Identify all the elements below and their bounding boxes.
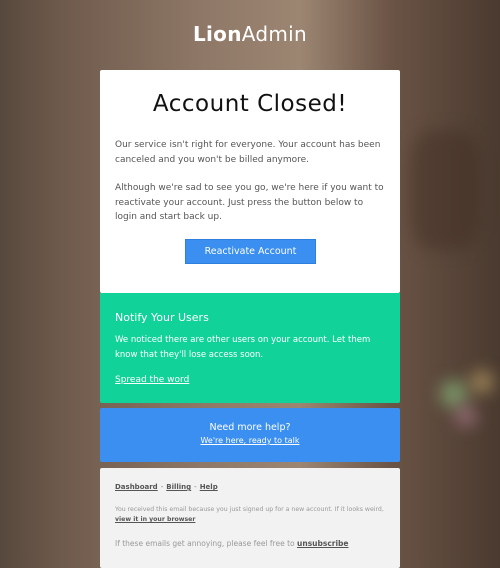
notify-users-panel: Notify Your Users We noticed there are o…: [100, 293, 400, 403]
account-closed-card: Account Closed! Our service isn't right …: [100, 70, 400, 293]
footer-link-dashboard[interactable]: Dashboard: [115, 483, 158, 491]
footer-separator: -: [160, 483, 164, 491]
brand-logo: LionAdmin: [0, 22, 500, 46]
brand-logo-bold: Lion: [192, 22, 242, 46]
brand-logo-regular: Admin: [241, 22, 308, 46]
help-heading: Need more help?: [209, 422, 291, 433]
contact-support-link[interactable]: We're here, ready to talk: [100, 436, 400, 445]
background-bokeh: [455, 405, 477, 427]
view-in-browser-link[interactable]: view it in your browser: [115, 516, 195, 523]
reactivate-message: Although we're sad to see you go, we're …: [115, 183, 384, 222]
footer-links: Dashboard - Billing - Help: [115, 483, 385, 491]
background-bokeh: [410, 130, 480, 250]
notify-text: We noticed there are other users on your…: [115, 335, 371, 360]
footer-link-billing[interactable]: Billing: [166, 483, 191, 491]
footer-note: You received this email because you just…: [115, 505, 385, 525]
background-bokeh: [470, 370, 494, 394]
footer-separator: -: [194, 483, 197, 491]
unsubscribe-note-text: If these emails get annoying, please fee…: [115, 539, 295, 548]
footer-note-text: You received this email because you just…: [115, 506, 384, 513]
notify-heading: Notify Your Users: [115, 311, 209, 324]
page-title: Account Closed!: [152, 91, 348, 117]
spread-the-word-link[interactable]: Spread the word: [115, 375, 189, 385]
unsubscribe-link[interactable]: unsubscribe: [297, 539, 349, 548]
background-bokeh: [440, 380, 468, 408]
reactivate-account-button[interactable]: Reactivate Account: [185, 239, 316, 264]
unsubscribe-note: If these emails get annoying, please fee…: [115, 539, 385, 548]
cancel-message: Our service isn't right for everyone. Yo…: [115, 140, 381, 165]
email-footer: Dashboard - Billing - Help You received this…: [100, 468, 400, 568]
help-panel: Need more help? We're here, ready to tal…: [100, 408, 400, 462]
footer-link-help[interactable]: Help: [200, 483, 218, 491]
